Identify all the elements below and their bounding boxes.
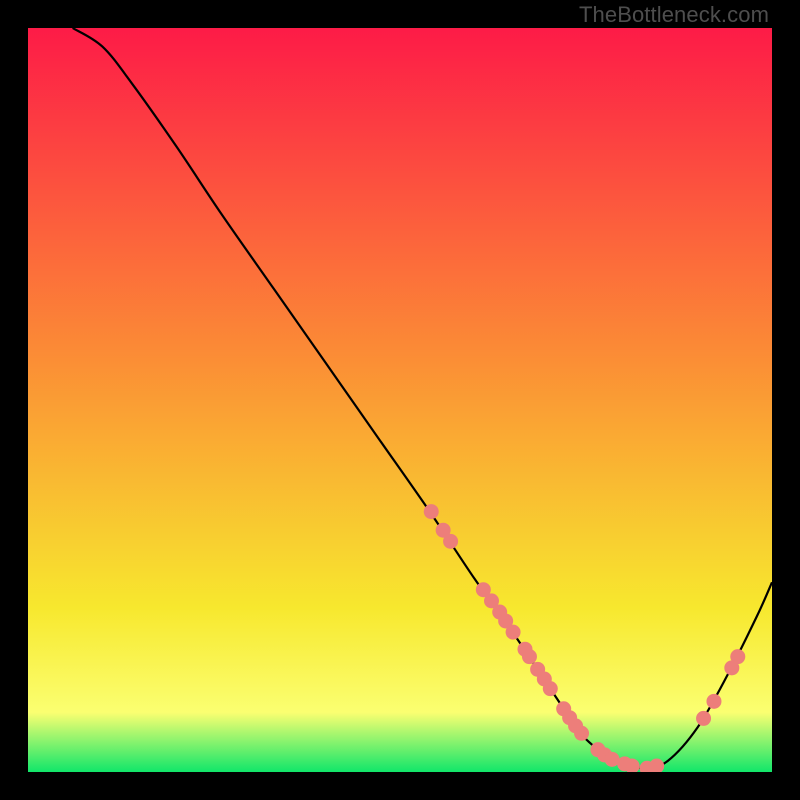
data-point: [443, 534, 458, 549]
data-point: [574, 726, 589, 741]
data-point: [706, 694, 721, 709]
data-point: [506, 625, 521, 640]
chart-svg: [28, 28, 772, 772]
data-point: [543, 681, 558, 696]
watermark-label: TheBottleneck.com: [579, 2, 769, 28]
data-point: [696, 711, 711, 726]
data-point: [522, 649, 537, 664]
data-point: [424, 504, 439, 519]
gradient-background: [28, 28, 772, 772]
data-point: [730, 649, 745, 664]
